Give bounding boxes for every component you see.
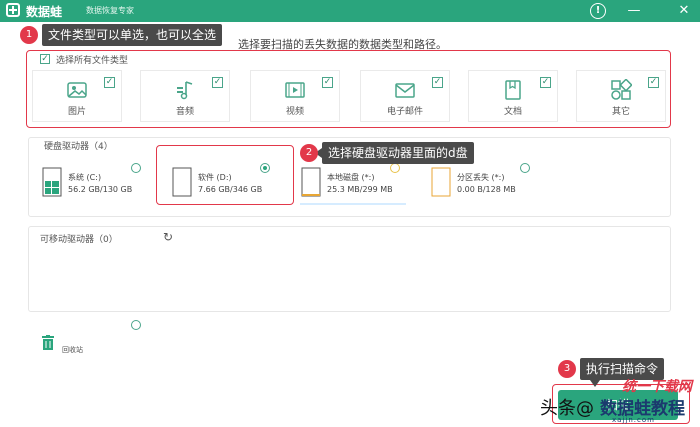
- file-type-label: 视频: [285, 107, 304, 117]
- file-type-video[interactable]: ✓ 视频: [250, 70, 340, 122]
- callout-number: 1: [20, 26, 38, 44]
- image-icon: [67, 82, 87, 98]
- watermark-stamp: 统一下载网: [622, 379, 692, 395]
- removable-drive-section: [28, 226, 671, 312]
- file-type-label: 文档: [503, 107, 522, 117]
- select-all-label: 选择所有文件类型: [56, 56, 129, 66]
- watermark-prefix: 头条@: [540, 398, 594, 419]
- file-type-label: 图片: [67, 107, 86, 117]
- other-icon: [611, 79, 632, 100]
- hard-drive-title: 硬盘驱动器（4）: [44, 142, 113, 152]
- recycle-bin-label: 回收站: [62, 346, 83, 354]
- drive-size: 56.2 GB/130 GB: [68, 185, 133, 194]
- drive-local-radio[interactable]: [390, 163, 400, 173]
- drive-c[interactable]: 系统 (C:) 56.2 GB/130 GB: [42, 167, 142, 199]
- callout-number: 2: [300, 144, 318, 162]
- trash-icon[interactable]: [42, 335, 54, 350]
- callout-text: 文件类型可以单选，也可以全选: [48, 28, 217, 42]
- drive-icon: [172, 167, 192, 197]
- email-icon: [395, 83, 415, 98]
- drive-lost-radio[interactable]: [520, 163, 530, 173]
- drive-name: 本地磁盘 (*:): [327, 173, 375, 182]
- drive-name: 软件 (D:): [198, 173, 232, 182]
- removable-drive-title: 可移动驱动器（0）: [40, 235, 118, 245]
- select-all-checkbox[interactable]: ✓: [40, 54, 50, 64]
- image-checkbox[interactable]: ✓: [104, 77, 115, 88]
- file-type-label: 其它: [611, 107, 630, 117]
- callout-text: 执行扫描命令: [586, 362, 659, 376]
- file-type-audio[interactable]: ✓ 音频: [140, 70, 230, 122]
- refresh-icon[interactable]: ↻: [161, 230, 175, 244]
- music-icon: [177, 81, 193, 100]
- close-icon[interactable]: ✕: [676, 3, 692, 19]
- callout-drive-d: 2 选择硬盘驱动器里面的d盘: [300, 142, 474, 164]
- drive-name: 系统 (C:): [68, 173, 102, 182]
- drive-d-radio[interactable]: [260, 163, 270, 173]
- video-icon: [285, 82, 305, 98]
- drive-size: 7.66 GB/346 GB: [198, 185, 263, 194]
- document-icon: [505, 80, 521, 100]
- app-logo-icon: [6, 3, 20, 17]
- drive-icon: [301, 167, 321, 197]
- callout-text: 选择硬盘驱动器里面的d盘: [328, 146, 468, 160]
- file-type-email[interactable]: ✓ 电子邮件: [360, 70, 450, 122]
- file-type-image[interactable]: ✓ 图片: [32, 70, 122, 122]
- video-checkbox[interactable]: ✓: [322, 77, 333, 88]
- file-type-other[interactable]: ✓ 其它: [576, 70, 666, 122]
- document-checkbox[interactable]: ✓: [540, 77, 551, 88]
- title-bar: 数据蛙 数据恢复专家 ! — ✕: [0, 0, 700, 22]
- file-type-label: 电子邮件: [386, 107, 423, 117]
- audio-checkbox[interactable]: ✓: [212, 77, 223, 88]
- windows-drive-icon: [42, 167, 62, 197]
- callout-number: 3: [558, 360, 576, 378]
- drive-size: 25.3 MB/299 MB: [327, 185, 393, 194]
- minimize-icon[interactable]: —: [626, 3, 642, 19]
- recycle-bin-radio[interactable]: [131, 320, 141, 330]
- file-type-label: 音频: [175, 107, 194, 117]
- app-name: 数据蛙: [26, 5, 63, 19]
- drive-c-radio[interactable]: [131, 163, 141, 173]
- drive-size: 0.00 B/128 MB: [457, 185, 516, 194]
- help-icon[interactable]: !: [590, 3, 606, 19]
- drive-usage-bar: [300, 203, 406, 205]
- other-checkbox[interactable]: ✓: [648, 77, 659, 88]
- app-subtitle: 数据恢复专家: [86, 6, 134, 15]
- callout-file-types: 1 文件类型可以单选，也可以全选: [20, 24, 223, 46]
- drive-icon: [431, 167, 451, 197]
- email-checkbox[interactable]: ✓: [432, 77, 443, 88]
- drive-name: 分区丢失 (*:): [457, 173, 505, 182]
- watermark-url: xajjn.com: [612, 416, 655, 424]
- file-type-document[interactable]: ✓ 文档: [468, 70, 558, 122]
